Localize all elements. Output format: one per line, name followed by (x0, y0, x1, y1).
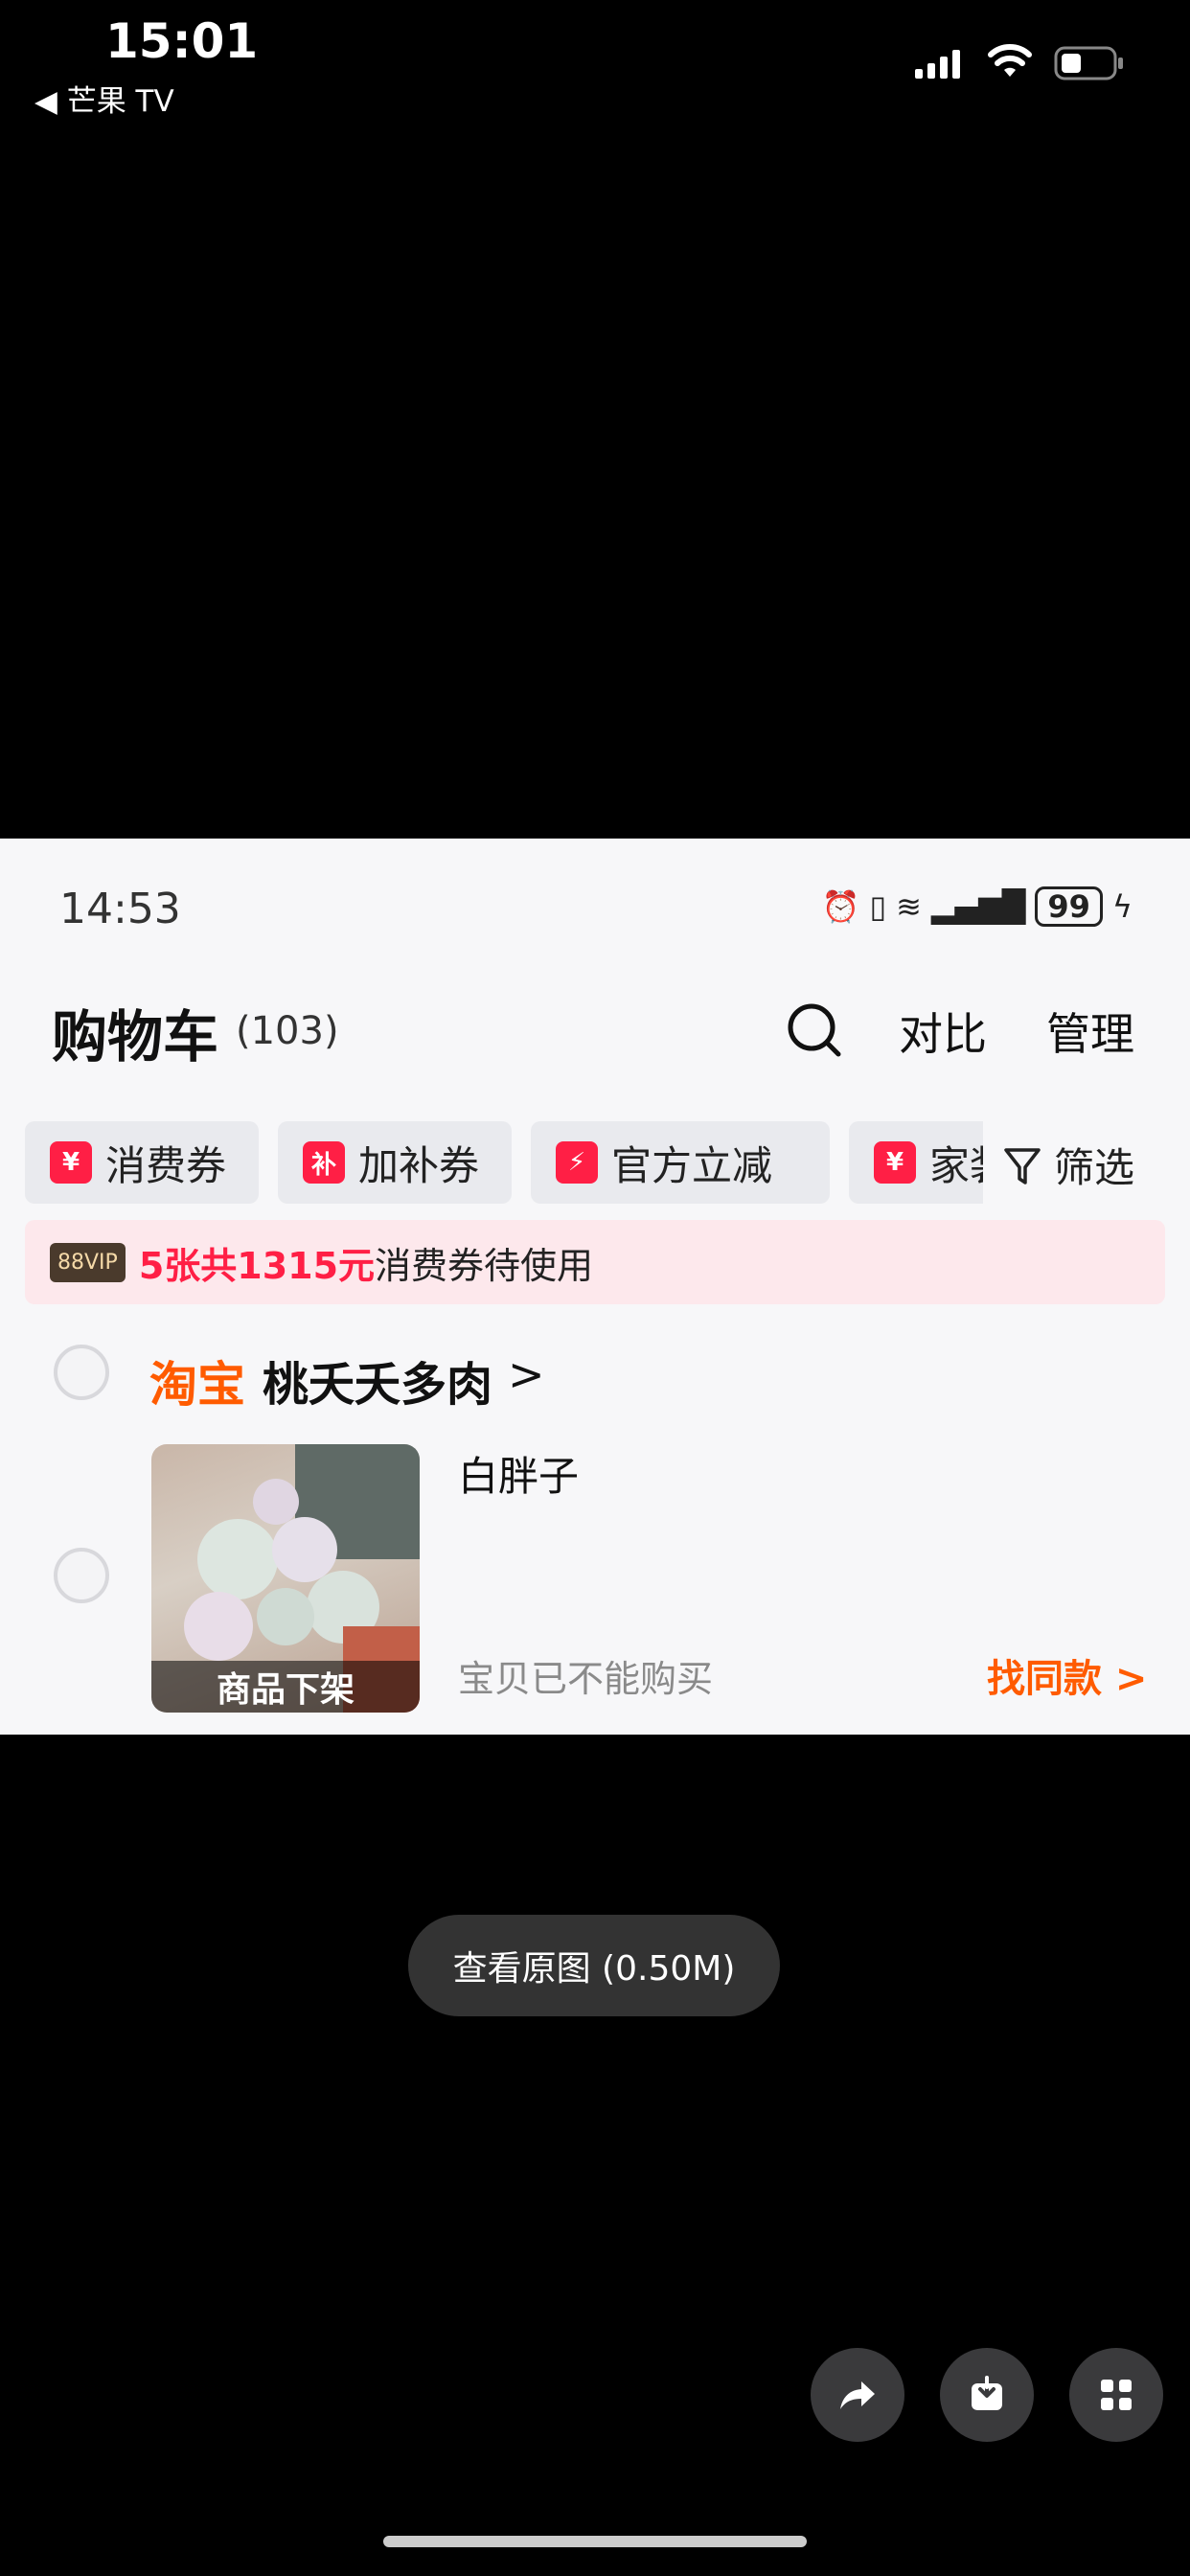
chip-label: 家装 (929, 1141, 983, 1189)
vibrate-icon: ▯ (869, 888, 887, 925)
cart-screenshot: 14:53 ⏰ ▯ ≋ ▂▄▆█ 99 ϟ 购物车 (103) 对比 管理 ¥ … (0, 839, 1190, 1735)
vip-badge: 88VIP (50, 1242, 126, 1282)
download-button[interactable] (940, 2348, 1034, 2442)
store-select-radio[interactable] (54, 1345, 109, 1400)
filter-button[interactable]: 筛选 (1002, 1136, 1134, 1194)
view-original-button[interactable]: 查看原图 (0.50M) (408, 1915, 780, 2016)
search-icon[interactable] (786, 1001, 843, 1059)
android-battery: 99 (1035, 886, 1103, 927)
product-status: 宝贝已不能购买 (458, 1658, 714, 1700)
back-to-app-link[interactable]: ◀ 芒果 TV (34, 77, 174, 120)
coupon-banner[interactable]: 88VIP 5张共1315元 消费券待使用 (25, 1220, 1165, 1304)
page-title: 购物车 (52, 1004, 219, 1070)
store-name[interactable]: 桃夭夭多肉 (263, 1346, 492, 1414)
home-indicator[interactable] (383, 2536, 807, 2547)
taobao-logo: 淘宝 (149, 1357, 245, 1413)
find-similar-button[interactable]: 找同款 > (987, 1647, 1147, 1703)
wifi-icon (988, 44, 1032, 77)
coupon-icon: ¥ (874, 1141, 916, 1184)
wifi-6-icon: ≋ (896, 888, 922, 925)
funnel-icon (1004, 1147, 1041, 1184)
product-image[interactable]: 商品下架 (151, 1444, 420, 1713)
grid-icon (1101, 2380, 1132, 2410)
cell-signal-icon: ▂▄▆█ (930, 888, 1026, 925)
compare-button[interactable]: 对比 (899, 1000, 987, 1063)
more-button[interactable] (1069, 2348, 1163, 2442)
android-status-icons: ⏰ ▯ ≋ ▂▄▆█ 99 ϟ (822, 886, 1133, 927)
charging-icon: ϟ (1111, 888, 1133, 925)
download-icon (972, 2376, 1002, 2410)
banner-text: 消费券待使用 (375, 1244, 594, 1287)
chevron-right-icon[interactable]: > (508, 1348, 545, 1400)
chip-label: 官方立减 (611, 1141, 773, 1189)
delisted-badge: 商品下架 (151, 1661, 420, 1713)
chip-official-discount[interactable]: ⚡ 官方立减 (531, 1121, 830, 1204)
ios-status-bar: 15:01 ◀ 芒果 TV (0, 0, 1190, 125)
battery-icon (1054, 46, 1123, 80)
status-time: 15:01 (105, 13, 259, 69)
chip-subsidy[interactable]: 补 加补券 (278, 1121, 512, 1204)
share-icon (840, 2381, 875, 2409)
chip-label: 加补券 (358, 1141, 480, 1189)
subsidy-icon: 补 (303, 1141, 345, 1184)
cart-count: (103) (236, 1009, 339, 1053)
alarm-icon: ⏰ (821, 888, 860, 925)
chip-label: 消费券 (105, 1141, 227, 1189)
filter-chip-row: ¥ 消费券 补 加补券 ⚡ 官方立减 ¥ 家装 (25, 1121, 983, 1204)
chip-home-decor[interactable]: ¥ 家装 (849, 1121, 983, 1204)
chip-coupon[interactable]: ¥ 消费券 (25, 1121, 259, 1204)
signal-icon (915, 50, 960, 79)
banner-highlight: 5张共1315元 (138, 1244, 376, 1287)
item-select-radio[interactable] (54, 1548, 109, 1603)
screen: 15:01 ◀ 芒果 TV 14:53 ⏰ ▯ ≋ ▂▄▆█ 99 ϟ 购物车 … (0, 0, 1190, 2576)
manage-button[interactable]: 管理 (1046, 1000, 1134, 1063)
filter-label: 筛选 (1054, 1144, 1135, 1191)
coupon-icon: ¥ (50, 1141, 92, 1184)
lightning-icon: ⚡ (556, 1141, 598, 1184)
product-name[interactable]: 白胖子 (458, 1444, 579, 1503)
android-status-time: 14:53 (59, 885, 181, 933)
share-button[interactable] (811, 2348, 904, 2442)
